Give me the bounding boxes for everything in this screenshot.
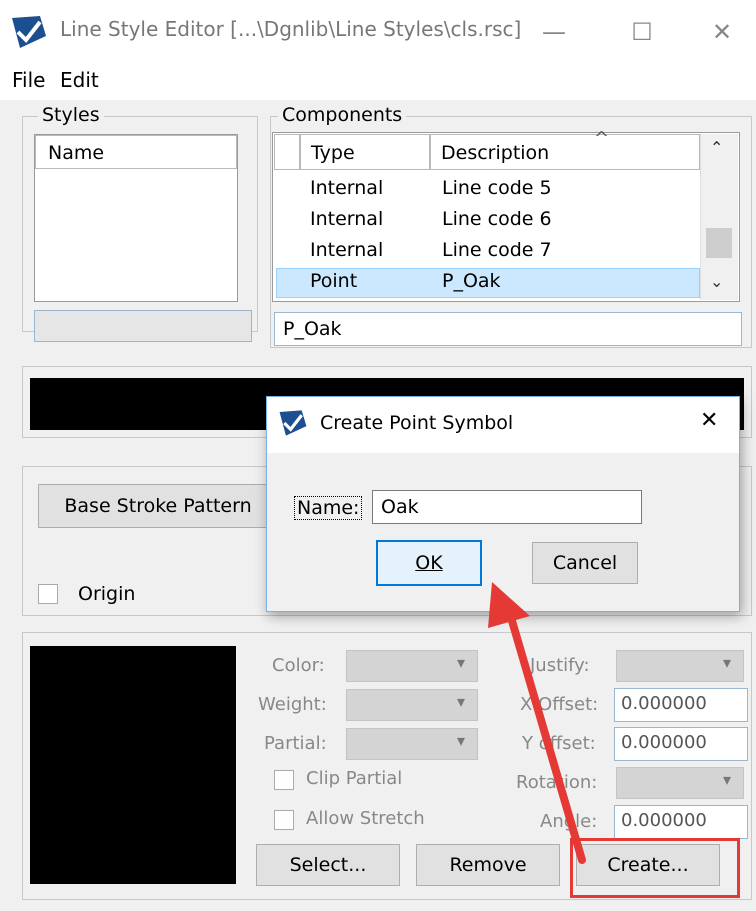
- allow-stretch-label: Allow Stretch: [306, 808, 425, 829]
- menu-edit[interactable]: Edit: [60, 68, 99, 92]
- component-row-type[interactable]: Internal: [310, 208, 383, 230]
- dialog-close-icon[interactable]: ✕: [700, 408, 718, 433]
- allow-stretch-checkbox[interactable]: [274, 810, 294, 830]
- component-row-description[interactable]: P_Oak: [442, 270, 501, 292]
- sort-ascending-icon: ^: [594, 128, 610, 149]
- rotation-dropdown[interactable]: [616, 767, 744, 799]
- component-row-description[interactable]: Line code 6: [442, 208, 552, 230]
- maximize-button[interactable]: ☐: [620, 10, 664, 54]
- color-label: Color:: [272, 655, 325, 676]
- app-icon: [12, 16, 46, 48]
- dialog-name-input[interactable]: Oak: [372, 490, 642, 524]
- justify-dropdown[interactable]: [616, 650, 744, 682]
- component-row-type[interactable]: Internal: [310, 177, 383, 199]
- component-row-type[interactable]: Internal: [310, 239, 383, 261]
- scrollbar-thumb[interactable]: [706, 228, 732, 258]
- weight-label: Weight:: [258, 694, 327, 715]
- clip-partial-label: Clip Partial: [306, 768, 403, 789]
- color-dropdown[interactable]: [346, 650, 478, 682]
- components-type-header[interactable]: Type: [300, 134, 430, 170]
- x-offset-field[interactable]: 0.000000: [614, 688, 748, 722]
- styles-label: Styles: [38, 104, 104, 126]
- component-row-description[interactable]: Line code 5: [442, 177, 552, 199]
- style-name-field[interactable]: [34, 310, 252, 342]
- annotation-arrow: [488, 582, 586, 864]
- scroll-up-icon[interactable]: ⌃: [710, 138, 723, 157]
- origin-label: Origin: [78, 583, 136, 605]
- clip-partial-checkbox[interactable]: [274, 770, 294, 790]
- symbol-preview: [30, 646, 236, 884]
- origin-checkbox[interactable]: [38, 584, 58, 604]
- component-row-description[interactable]: Line code 7: [442, 239, 552, 261]
- angle-field[interactable]: 0.000000: [614, 805, 748, 839]
- y-offset-field[interactable]: 0.000000: [614, 727, 748, 761]
- menu-bar: [0, 64, 756, 100]
- window-title: Line Style Editor [...\Dgnlib\Line Style…: [60, 17, 522, 41]
- components-description-header[interactable]: Description: [430, 134, 700, 170]
- menu-file[interactable]: File: [12, 68, 45, 92]
- component-description-field[interactable]: P_Oak: [274, 312, 742, 346]
- scroll-down-icon[interactable]: ⌄: [710, 272, 723, 291]
- components-header-stub: [274, 134, 300, 170]
- partial-label: Partial:: [264, 733, 327, 754]
- select-button[interactable]: Select...: [256, 844, 400, 886]
- close-button[interactable]: ✕: [700, 10, 744, 54]
- weight-dropdown[interactable]: [346, 689, 478, 721]
- partial-dropdown[interactable]: [346, 728, 478, 760]
- dialog-name-label: Name:: [294, 496, 363, 520]
- base-stroke-pattern-button[interactable]: Base Stroke Pattern: [38, 484, 278, 528]
- dialog-title: Create Point Symbol: [320, 412, 514, 434]
- component-row-type[interactable]: Point: [310, 270, 357, 292]
- components-label: Components: [278, 104, 407, 126]
- dialog-app-icon: [279, 410, 307, 436]
- dialog-ok-button[interactable]: OK: [376, 540, 482, 586]
- styles-name-header[interactable]: Name: [35, 135, 237, 169]
- minimize-button[interactable]: —: [532, 10, 576, 54]
